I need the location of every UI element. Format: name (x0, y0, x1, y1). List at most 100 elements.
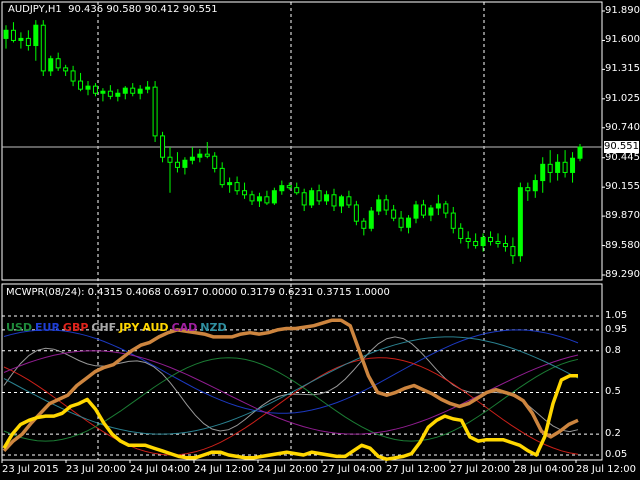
candle-bullish (271, 190, 277, 204)
candle-bullish (100, 90, 106, 94)
indicator-level-label: 0.5 (605, 386, 621, 398)
candle-bearish (510, 246, 516, 257)
candle-bullish (189, 156, 195, 161)
candle-bullish (145, 86, 151, 90)
candle-bearish (316, 190, 322, 202)
candle-bearish (398, 217, 404, 228)
legend-item-usd: USD (6, 321, 32, 334)
candle-bearish (212, 155, 218, 169)
candle-bearish (294, 187, 300, 194)
candle-bullish (338, 196, 344, 207)
time-axis-label: 23 Jul 2015 (2, 464, 59, 475)
indicator-legend: USD EUR GBP CHF JPY AUD CAD NZD (6, 322, 230, 334)
candle-bullish (48, 58, 54, 72)
candle-bearish (219, 167, 225, 186)
candle-bearish (361, 220, 367, 229)
candle-bearish (107, 90, 113, 97)
time-axis-label: 24 Jul 12:00 (194, 464, 254, 475)
indicator-header: MCWPR(08/24): 0.4315 0.4068 0.6917 0.000… (6, 287, 390, 298)
candle-bearish (25, 37, 31, 47)
price-tick-label: 90.740 (605, 121, 640, 133)
candle-bullish (577, 146, 583, 159)
candle-bullish (18, 37, 24, 41)
candle-bearish (331, 194, 337, 207)
price-tick-label: 90.155 (605, 181, 640, 193)
price-tick-label: 91.025 (605, 92, 640, 104)
candle-bearish (234, 182, 240, 192)
indicator-level-label: 0.8 (605, 344, 621, 356)
candle-bearish (286, 185, 292, 189)
time-axis-label: 24 Jul 04:00 (130, 464, 190, 475)
candle-bullish (33, 24, 39, 47)
candle-bearish (70, 70, 76, 82)
indicator-level-label: 0.05 (605, 449, 628, 460)
candle-bearish (78, 80, 84, 90)
legend-item-chf: CHF (91, 321, 117, 334)
candle-bearish (473, 240, 479, 247)
indicator-lines (2, 318, 579, 461)
price-tick-label: 89.580 (605, 239, 640, 251)
candle-bearish (63, 67, 69, 72)
price-tick-label: 91.315 (605, 63, 640, 75)
candle-bullish (428, 207, 434, 216)
candle-bullish (115, 92, 121, 97)
candle-bullish (368, 210, 374, 229)
candle-bearish (264, 196, 270, 204)
main-panel-frame (1, 1, 603, 281)
candle-bearish (562, 161, 568, 173)
indicator-level-label: 0.2 (605, 428, 621, 440)
candle-bearish (152, 86, 158, 137)
candle-bearish (353, 204, 359, 222)
candle-bullish (85, 85, 91, 90)
time-axis-label: 24 Jul 20:00 (258, 464, 318, 475)
price-candles[interactable] (3, 20, 583, 264)
time-axis-label: 27 Jul 12:00 (386, 464, 446, 475)
candle-bearish (242, 190, 248, 196)
candle-bearish (130, 87, 136, 94)
candle-bullish (279, 185, 285, 192)
candle-bearish (465, 237, 471, 242)
candle-bearish (40, 24, 46, 72)
time-axis-label: 27 Jul 04:00 (322, 464, 382, 475)
candle-bearish (450, 212, 456, 229)
legend-item-nzd: NZD (200, 321, 227, 334)
candle-bullish (197, 153, 203, 158)
candle-bullish (376, 199, 382, 212)
candle-bearish (391, 209, 397, 219)
candle-bearish (167, 156, 173, 163)
candle-bullish (309, 190, 315, 206)
candle-bullish (182, 159, 188, 168)
time-axis-label: 28 Jul 12:00 (576, 464, 636, 475)
candle-bullish (517, 187, 523, 257)
candle-bullish (227, 182, 233, 186)
candle-bearish (55, 58, 61, 69)
candle-bearish (495, 240, 501, 245)
price-tick-label: 89.870 (605, 210, 640, 222)
candle-bearish (10, 29, 16, 41)
candle-bullish (3, 29, 9, 39)
candle-bullish (122, 87, 128, 94)
candle-bearish (249, 194, 255, 202)
candle-bearish (443, 203, 449, 214)
candle-bearish (458, 227, 464, 239)
trading-chart[interactable] (0, 0, 640, 480)
candle-bullish (256, 196, 262, 202)
candle-bearish (204, 153, 210, 157)
candle-bullish (137, 88, 143, 94)
candle-bearish (502, 243, 508, 248)
candle-bullish (532, 180, 538, 192)
time-axis-label: 23 Jul 20:00 (66, 464, 126, 475)
price-tick-label: 91.890 (605, 5, 640, 16)
candle-bullish (435, 203, 441, 209)
candle-bullish (413, 204, 419, 219)
indicator-level-label: 0.95 (605, 323, 628, 335)
candle-bearish (301, 192, 307, 206)
legend-item-aud: AUD (142, 321, 169, 334)
candle-bullish (555, 161, 561, 173)
legend-item-cad: CAD (171, 321, 198, 334)
candle-bullish (540, 163, 546, 182)
candle-bearish (160, 135, 166, 158)
price-tick-label: 90.445 (605, 151, 640, 163)
price-tick-label: 89.290 (605, 269, 640, 280)
candle-bearish (420, 204, 426, 216)
